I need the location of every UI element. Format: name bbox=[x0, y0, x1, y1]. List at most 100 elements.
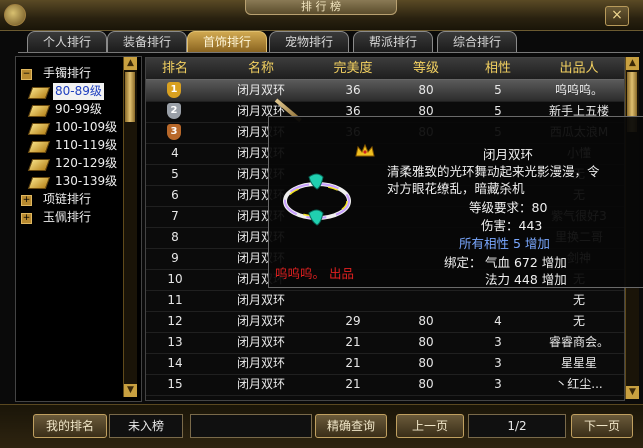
tab-jewelry[interactable]: 首饰排行 bbox=[187, 31, 267, 52]
tree-group-bracelet[interactable]: − 手镯排行 bbox=[16, 65, 124, 82]
cell-level: 80 bbox=[418, 335, 434, 349]
expand-icon[interactable]: + bbox=[21, 213, 32, 224]
page-indicator: 1/2 bbox=[468, 414, 566, 438]
search-button[interactable]: 精确查询 bbox=[315, 414, 387, 438]
cell-attr: 3 bbox=[494, 377, 502, 391]
tree-group-label: 手镯排行 bbox=[43, 66, 92, 80]
tree-group-jade[interactable]: + 玉佩排行 bbox=[16, 209, 124, 226]
table-header: 排名 名称 完美度 等级 相性 出品人 bbox=[146, 58, 624, 80]
table-row[interactable]: 1 闭月双环 36 80 5 呜呜呜。 bbox=[146, 80, 624, 102]
tree-item-label: 80-89级 bbox=[53, 83, 104, 100]
tree-item-label: 100-109级 bbox=[55, 120, 118, 134]
sidebar-scrollbar[interactable]: ▲ ▼ bbox=[123, 57, 137, 397]
cell-rank: 1 bbox=[146, 80, 204, 101]
tab-pet[interactable]: 宠物排行 bbox=[269, 31, 349, 52]
tree-item-90-99[interactable]: 90-99级 bbox=[26, 101, 134, 118]
tooltip-all-attr: 所有相性 5 增加 bbox=[459, 236, 550, 251]
cell-rank: 8 bbox=[171, 230, 179, 244]
tree-item-label: 120-129级 bbox=[55, 156, 118, 170]
cell-rank: 4 bbox=[171, 146, 179, 160]
gold-bar-icon bbox=[27, 87, 51, 99]
tree-item-100-109[interactable]: 100-109级 bbox=[26, 119, 134, 136]
ranking-window: 排 行 榜 × 个人排行 装备排行 首饰排行 宠物排行 帮派排行 综合排行 − … bbox=[0, 0, 643, 448]
tree-item-120-129[interactable]: 120-129级 bbox=[26, 155, 134, 172]
col-attr: 相性 bbox=[484, 61, 511, 76]
tree-item-130-139[interactable]: 130-139级 bbox=[26, 173, 134, 190]
prev-page-button[interactable]: 上一页 bbox=[396, 414, 464, 438]
gold-bar-icon bbox=[27, 123, 51, 135]
tooltip-bind-label: 绑定： bbox=[444, 255, 482, 270]
window-title: 排 行 榜 bbox=[245, 0, 397, 15]
tooltip-desc-line2: 对方眼花缭乱，暗藏杀机 bbox=[387, 181, 525, 196]
cell-maker: 无 bbox=[572, 293, 585, 307]
cell-perfect bbox=[318, 290, 388, 311]
cell-rank: 11 bbox=[167, 293, 183, 307]
tab-equipment[interactable]: 装备排行 bbox=[107, 31, 187, 52]
cell-name: 闭月双环 bbox=[236, 356, 285, 370]
rank-medal-icon: 1 bbox=[167, 82, 181, 98]
cell-rank: 6 bbox=[171, 188, 179, 202]
cell-name: 闭月双环 bbox=[236, 335, 285, 349]
cell-maker: 丶红尘... bbox=[555, 377, 603, 391]
next-page-button[interactable]: 下一页 bbox=[571, 414, 633, 438]
cell-maker: 睿睿商会。 bbox=[548, 335, 609, 349]
cell-rank: 15 bbox=[167, 377, 183, 391]
cell-maker: 无 bbox=[572, 314, 585, 328]
tree-group-necklace[interactable]: + 项链排行 bbox=[16, 191, 124, 208]
tree-item-label: 110-119级 bbox=[55, 138, 118, 152]
tree-item-80-89[interactable]: 80-89级 bbox=[26, 83, 134, 100]
expand-icon[interactable]: + bbox=[21, 195, 32, 206]
tree-group-label: 玉佩排行 bbox=[43, 210, 92, 224]
scroll-down-icon[interactable]: ▼ bbox=[124, 384, 137, 397]
close-button[interactable]: × bbox=[605, 6, 629, 26]
cell-attr bbox=[462, 290, 534, 311]
cell-rank: 7 bbox=[171, 209, 179, 223]
cell-attr: 4 bbox=[494, 314, 502, 328]
scroll-thumb[interactable] bbox=[125, 72, 135, 122]
cell-attr: 5 bbox=[494, 83, 502, 97]
tooltip-title: 闭月双环 bbox=[483, 147, 534, 162]
cell-rank: 10 bbox=[167, 272, 183, 286]
table-row[interactable]: 12 闭月双环 29 80 4 无 bbox=[146, 311, 624, 333]
tooltip-stat-hp: 气血 672 增加 bbox=[485, 255, 567, 270]
table-row[interactable]: 15 闭月双环 21 80 3 丶红尘... bbox=[146, 374, 624, 396]
cell-rank: 3 bbox=[146, 122, 204, 143]
orb-ornament-icon bbox=[4, 4, 26, 26]
search-input[interactable] bbox=[190, 414, 312, 438]
cell-level: 80 bbox=[418, 377, 434, 391]
tooltip-stat-mp: 法力 448 增加 bbox=[485, 272, 567, 287]
cell-rank: 5 bbox=[171, 167, 179, 181]
tooltip-damage: 伤害：443 bbox=[481, 218, 543, 233]
crown-icon bbox=[355, 143, 375, 162]
my-rank-button[interactable]: 我的排名 bbox=[33, 414, 107, 438]
tab-overall[interactable]: 综合排行 bbox=[437, 31, 517, 52]
scroll-up-icon[interactable]: ▲ bbox=[124, 57, 137, 70]
tab-guild[interactable]: 帮派排行 bbox=[353, 31, 433, 52]
table-row[interactable]: 13 闭月双环 21 80 3 睿睿商会。 bbox=[146, 332, 624, 354]
tree-item-label: 130-139级 bbox=[55, 174, 118, 188]
gold-bar-icon bbox=[27, 105, 51, 117]
tree-item-110-119[interactable]: 110-119级 bbox=[26, 137, 134, 154]
table-row[interactable]: 14 闭月双环 21 80 3 星星星 bbox=[146, 353, 624, 375]
col-name: 名称 bbox=[247, 61, 274, 76]
cell-perfect: 21 bbox=[345, 335, 361, 349]
ring-item-icon bbox=[281, 169, 353, 237]
cell-rank: 12 bbox=[167, 314, 183, 328]
item-tooltip: 闭月双环 清柔雅致的光环舞动起来光影漫漫，令 对方眼花缭乱，暗藏杀机 等级要求：… bbox=[268, 116, 643, 288]
cell-attr: 3 bbox=[494, 356, 502, 370]
tooltip-maker: 呜呜呜。 出品 bbox=[275, 266, 354, 281]
tab-personal[interactable]: 个人排行 bbox=[27, 31, 107, 52]
table-row[interactable]: 11 闭月双环 无 bbox=[146, 290, 624, 312]
scroll-down-icon[interactable]: ▼ bbox=[626, 386, 639, 399]
collapse-icon[interactable]: − bbox=[21, 69, 32, 80]
cell-name: 闭月双环 bbox=[236, 293, 285, 307]
cell-rank: 2 bbox=[146, 101, 204, 122]
cell-level: 80 bbox=[418, 83, 434, 97]
cell-level: 80 bbox=[418, 314, 434, 328]
title-bar: 排 行 榜 × bbox=[0, 0, 643, 31]
cell-maker: 星星星 bbox=[560, 356, 597, 370]
cell-rank: 9 bbox=[171, 251, 179, 265]
cell-perfect: 36 bbox=[345, 83, 361, 97]
scroll-up-icon[interactable]: ▲ bbox=[626, 57, 639, 70]
col-perfect: 完美度 bbox=[333, 61, 373, 76]
